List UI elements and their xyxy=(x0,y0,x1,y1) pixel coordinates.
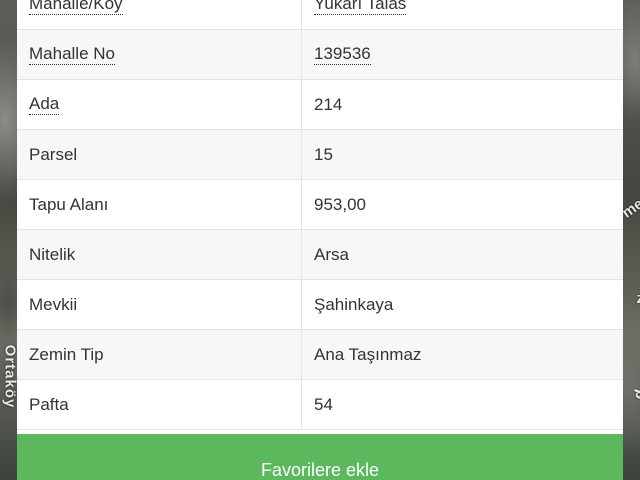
row-label-cell: Mahalle/Köy xyxy=(17,0,302,29)
table-row-mahalle-koy: Mahalle/Köy Yukarı Talas xyxy=(17,0,623,30)
row-value: 15 xyxy=(314,144,333,164)
row-label: Mahalle No xyxy=(29,44,115,66)
row-label: Nitelik xyxy=(29,244,76,264)
row-value: 214 xyxy=(314,94,343,114)
table-row-mevkii: Mevkii Şahinkaya xyxy=(17,280,623,330)
row-value: Yukarı Talas xyxy=(314,0,407,16)
row-label: Ada xyxy=(29,94,60,116)
row-label: Tapu Alanı xyxy=(29,194,109,214)
map-place-label-right-2: z xyxy=(637,290,640,307)
row-value: 139536 xyxy=(314,44,371,66)
row-label-cell: Zemin Tip xyxy=(17,330,302,379)
row-label-cell: Nitelik xyxy=(17,230,302,279)
row-value: Ana Taşınmaz xyxy=(314,344,422,364)
row-label-cell: Parsel xyxy=(17,130,302,179)
row-value-cell: 139536 xyxy=(302,30,623,79)
table-row-pafta: Pafta 54 xyxy=(17,380,623,430)
add-to-favorites-button[interactable]: Favorilere ekle xyxy=(17,434,623,480)
table-row-parsel: Parsel 15 xyxy=(17,130,623,180)
row-value-cell: Arsa xyxy=(302,230,623,279)
row-label: Mahalle/Köy xyxy=(29,0,123,16)
row-value-cell: 15 xyxy=(302,130,623,179)
row-value-cell: Ana Taşınmaz xyxy=(302,330,623,379)
row-value-cell: 953,00 xyxy=(302,180,623,229)
row-label-cell: Pafta xyxy=(17,380,302,429)
row-value-cell: Şahinkaya xyxy=(302,280,623,329)
parcel-info-panel: Mahalle/Köy Yukarı Talas Mahalle No 1395… xyxy=(17,0,623,480)
table-row-tapu-alani: Tapu Alanı 953,00 xyxy=(17,180,623,230)
table-row-nitelik: Nitelik Arsa xyxy=(17,230,623,280)
table-row-ada: Ada 214 xyxy=(17,80,623,130)
row-value-cell: 54 xyxy=(302,380,623,429)
row-value-cell: 214 xyxy=(302,80,623,129)
row-label-cell: Mahalle No xyxy=(17,30,302,79)
row-label: Zemin Tip xyxy=(29,344,104,364)
row-value: Şahinkaya xyxy=(314,294,394,314)
table-row-mahalle-no: Mahalle No 139536 xyxy=(17,30,623,80)
parcel-info-table: Mahalle/Köy Yukarı Talas Mahalle No 1395… xyxy=(17,0,623,430)
row-label-cell: Mevkii xyxy=(17,280,302,329)
map-place-label-left: Ortaköy xyxy=(1,344,19,409)
row-label-cell: Tapu Alanı xyxy=(17,180,302,229)
row-label-cell: Ada xyxy=(17,80,302,129)
row-value: 54 xyxy=(314,394,333,414)
row-value-cell: Yukarı Talas xyxy=(302,0,623,29)
table-row-zemin-tip: Zemin Tip Ana Taşınmaz xyxy=(17,330,623,380)
row-label: Pafta xyxy=(29,394,69,414)
row-value: Arsa xyxy=(314,244,349,264)
row-label: Parsel xyxy=(29,144,78,164)
row-label: Mevkii xyxy=(29,294,78,314)
row-value: 953,00 xyxy=(314,194,366,214)
